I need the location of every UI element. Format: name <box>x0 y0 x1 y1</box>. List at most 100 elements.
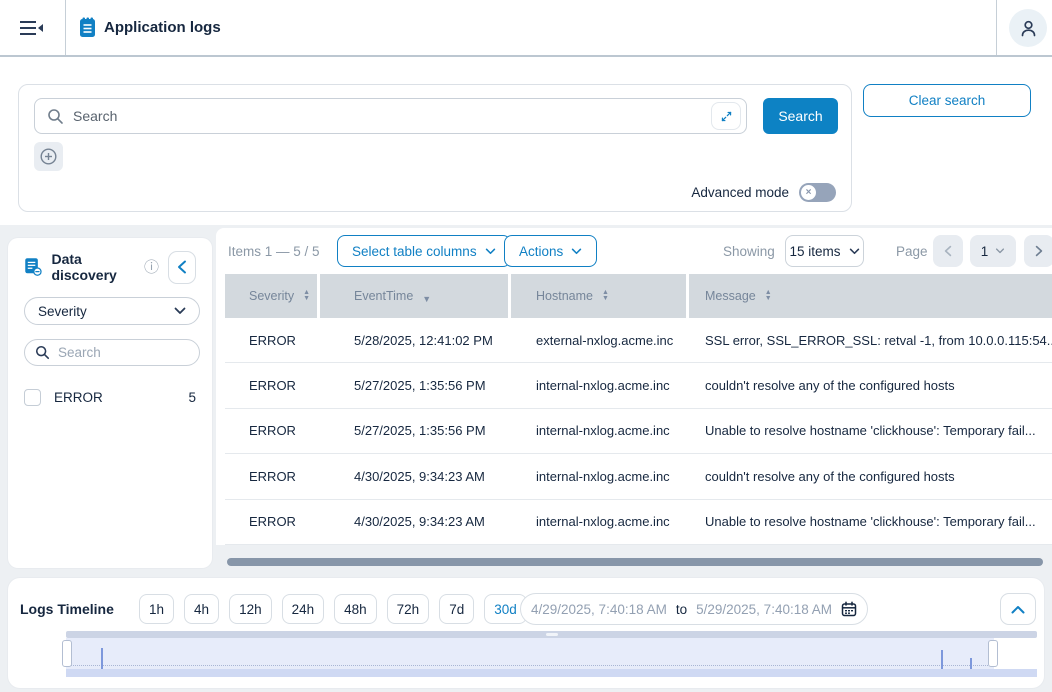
search-button[interactable]: Search <box>763 98 838 134</box>
facet-checkbox[interactable] <box>24 389 41 406</box>
search-input[interactable] <box>73 108 702 124</box>
cell-message: couldn't resolve any of the configured h… <box>689 378 1052 393</box>
header-divider-left <box>65 0 66 55</box>
chevron-left-icon <box>944 245 952 257</box>
items-count: Items 1 — 5 / 5 <box>228 244 320 259</box>
select-table-columns-label: Select table columns <box>352 244 477 259</box>
chevron-up-icon <box>1011 605 1025 614</box>
select-table-columns-button[interactable]: Select table columns <box>337 235 511 267</box>
user-account-button[interactable] <box>1009 9 1047 47</box>
cell-message: Unable to resolve hostname 'clickhouse':… <box>689 514 1052 529</box>
field-selector-value: Severity <box>38 304 87 319</box>
logs-table: Severity ▲▼ EventTime ▼ Hostname ▲▼ Mess… <box>225 274 1052 545</box>
column-label: Severity <box>249 289 294 303</box>
menu-icon <box>19 19 45 37</box>
brush-handle-left[interactable] <box>62 640 72 667</box>
table-row[interactable]: ERROR 4/30/2025, 9:34:23 AM internal-nxl… <box>225 454 1052 499</box>
advanced-mode-toggle[interactable]: × <box>799 183 836 202</box>
cell-severity: ERROR <box>225 378 320 393</box>
search-builder-card: Search Advanced mode × <box>18 84 852 212</box>
brush-handle-right[interactable] <box>988 640 998 667</box>
logs-timeline-title: Logs Timeline <box>20 601 114 617</box>
sidebar-collapse-menu-button[interactable] <box>14 14 50 42</box>
column-header-message[interactable]: Message ▲▼ <box>689 274 1052 318</box>
timeline-event-spike <box>941 650 943 669</box>
previous-page-button[interactable] <box>933 235 963 267</box>
collapse-timeline-button[interactable] <box>1000 593 1036 625</box>
table-row[interactable]: ERROR 5/27/2025, 1:35:56 PM internal-nxl… <box>225 409 1052 454</box>
next-page-button[interactable] <box>1024 235 1052 267</box>
cell-severity: ERROR <box>225 333 320 348</box>
calendar-icon <box>841 601 857 617</box>
data-discovery-title: Data discovery <box>51 251 135 283</box>
column-header-hostname[interactable]: Hostname ▲▼ <box>511 274 689 318</box>
info-icon[interactable]: ⓘ <box>144 260 159 275</box>
facet-search-wrapper <box>24 339 200 366</box>
timeline-event-spike <box>101 648 103 669</box>
data-discovery-panel: Data discovery ⓘ Severity ERROR 5 <box>8 238 212 568</box>
page-size-dropdown[interactable]: 15 items <box>785 235 864 267</box>
facet-count: 5 <box>188 390 196 405</box>
facet-row-error[interactable]: ERROR 5 <box>24 389 196 406</box>
timeline-scroll-track[interactable] <box>66 631 1037 638</box>
sort-icon: ▲▼ <box>765 290 772 303</box>
date-to: 5/29/2025, 7:40:18 AM <box>696 602 832 617</box>
column-header-severity[interactable]: Severity ▲▼ <box>225 274 320 318</box>
table-toolbar: Items 1 — 5 / 5 Select table columns Act… <box>216 235 1052 267</box>
column-label: Message <box>705 289 756 303</box>
clear-search-button[interactable]: Clear search <box>863 84 1031 117</box>
cell-message: couldn't resolve any of the configured h… <box>689 469 1052 484</box>
horizontal-scrollbar[interactable] <box>227 558 1043 566</box>
chevron-down-icon <box>995 248 1005 254</box>
chevron-down-icon <box>485 248 496 255</box>
range-button-4h[interactable]: 4h <box>184 594 219 624</box>
cell-eventtime: 5/27/2025, 1:35:56 PM <box>320 423 511 438</box>
expand-search-button[interactable] <box>711 102 741 130</box>
table-row[interactable]: ERROR 5/27/2025, 1:35:56 PM internal-nxl… <box>225 363 1052 408</box>
actions-button[interactable]: Actions <box>504 235 597 267</box>
timeline-bottom-strip <box>66 669 1037 677</box>
actions-label: Actions <box>519 244 563 259</box>
column-header-eventtime[interactable]: EventTime ▼ <box>320 274 511 318</box>
sort-icon: ▲▼ <box>303 290 310 303</box>
cell-eventtime: 5/28/2025, 12:41:02 PM <box>320 333 511 348</box>
showing-label: Showing <box>723 244 775 259</box>
cell-severity: ERROR <box>225 514 320 529</box>
chevron-down-icon <box>849 248 860 255</box>
table-row[interactable]: ERROR 4/30/2025, 9:34:23 AM internal-nxl… <box>225 500 1052 545</box>
field-selector-dropdown[interactable]: Severity <box>24 297 200 325</box>
range-button-24h[interactable]: 24h <box>282 594 325 624</box>
advanced-mode-row: Advanced mode × <box>691 183 836 202</box>
range-button-7d[interactable]: 7d <box>439 594 474 624</box>
page-title: Application logs <box>104 19 221 36</box>
logs-timeline-panel: Logs Timeline 1h 4h 12h 24h 48h 72h 7d 3… <box>8 578 1044 688</box>
add-condition-button[interactable] <box>34 142 63 171</box>
column-label: Hostname <box>536 289 593 303</box>
timeline-event-spike <box>970 658 972 669</box>
date-range-picker[interactable]: 4/29/2025, 7:40:18 AM to 5/29/2025, 7:40… <box>520 593 868 625</box>
cell-hostname: internal-nxlog.acme.inc <box>511 423 689 438</box>
search-input-wrapper <box>34 98 747 134</box>
search-icon <box>47 108 64 125</box>
search-icon <box>35 345 50 360</box>
facet-search-input[interactable] <box>58 345 189 360</box>
table-row[interactable]: ERROR 5/28/2025, 12:41:02 PM external-nx… <box>225 318 1052 363</box>
facet-label: ERROR <box>54 390 103 405</box>
timeline-brush-chart <box>66 631 1037 677</box>
range-button-12h[interactable]: 12h <box>229 594 272 624</box>
data-discovery-header: Data discovery ⓘ <box>24 250 196 284</box>
cell-message: SSL error, SSL_ERROR_SSL: retval -1, fro… <box>689 333 1052 348</box>
range-button-48h[interactable]: 48h <box>334 594 377 624</box>
range-button-72h[interactable]: 72h <box>387 594 430 624</box>
page-number-dropdown[interactable]: 1 <box>970 235 1016 267</box>
chevron-left-icon <box>177 260 187 274</box>
cell-severity: ERROR <box>225 469 320 484</box>
search-section: Search Advanced mode × Clear search <box>0 57 1052 225</box>
cell-eventtime: 5/27/2025, 1:35:56 PM <box>320 378 511 393</box>
collapse-panel-button[interactable] <box>168 251 196 284</box>
plus-circle-icon <box>40 148 57 165</box>
range-button-1h[interactable]: 1h <box>139 594 174 624</box>
logs-table-panel: Items 1 — 5 / 5 Select table columns Act… <box>216 228 1052 545</box>
timeline-baseline <box>66 665 994 666</box>
date-to-label: to <box>676 602 687 617</box>
